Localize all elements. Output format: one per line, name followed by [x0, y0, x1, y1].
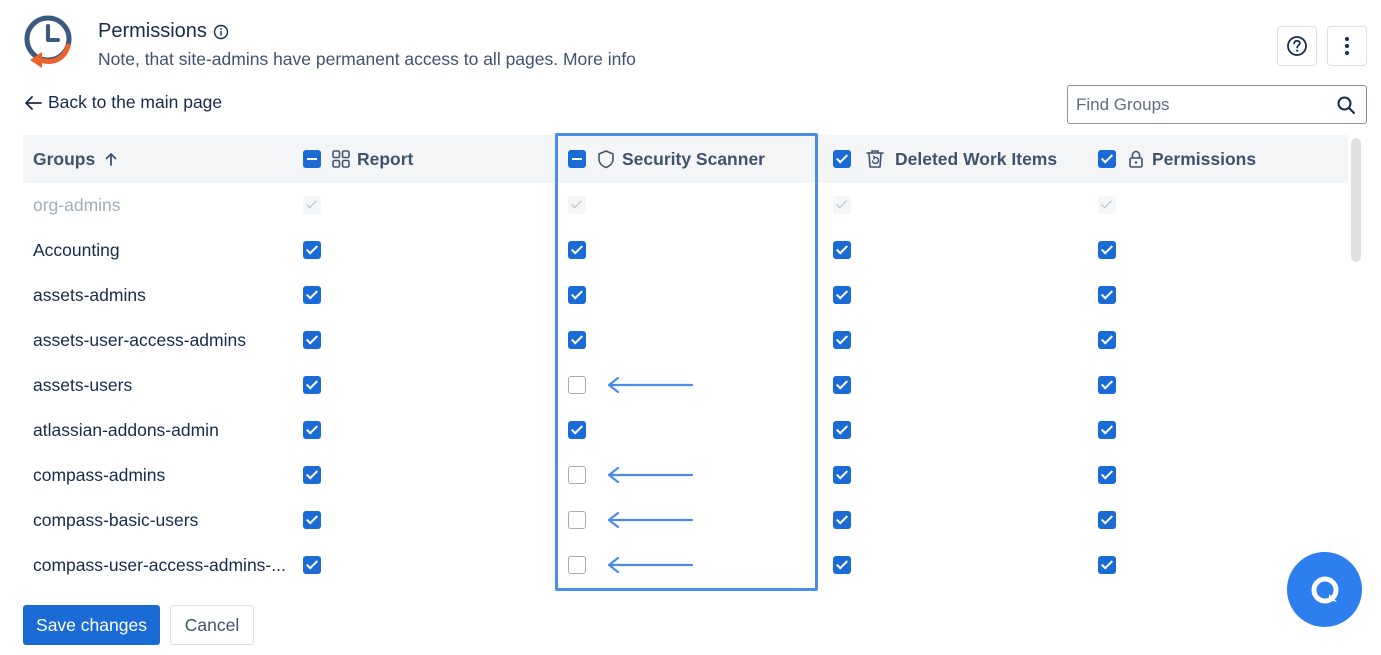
group-name: assets-users: [33, 375, 133, 395]
column-header-groups[interactable]: Groups: [33, 135, 117, 183]
table-row: org-admins: [23, 183, 1348, 228]
select-all-report-checkbox[interactable]: [303, 150, 321, 168]
lock-icon: [1129, 150, 1143, 168]
back-to-main-link[interactable]: Back to the main page: [24, 92, 222, 113]
column-label-groups: Groups: [33, 148, 96, 169]
security-scanner-checkbox[interactable]: [568, 286, 586, 304]
page-title: Permissions: [98, 20, 207, 42]
select-all-permissions-checkbox[interactable]: [1098, 150, 1116, 168]
permissions-checkbox[interactable]: [1098, 331, 1116, 349]
permissions-checkbox[interactable]: [1098, 466, 1116, 484]
report-checkbox: [303, 196, 321, 214]
table-row: atlassian-addons-admin: [23, 408, 1348, 453]
column-header-permissions: Permissions: [1098, 135, 1256, 183]
column-label-permissions: Permissions: [1152, 148, 1257, 169]
permissions-checkbox[interactable]: [1098, 421, 1116, 439]
security-scanner-checkbox[interactable]: [568, 421, 586, 439]
column-label-report: Report: [357, 148, 414, 169]
back-link-label: Back to the main page: [48, 92, 223, 112]
page-subtitle: Note, that site-admins have permanent ac…: [98, 49, 636, 69]
table-row: assets-admins: [23, 273, 1348, 318]
save-changes-button[interactable]: Save changes: [23, 605, 160, 645]
report-checkbox[interactable]: [303, 556, 321, 574]
deleted-work-items-checkbox[interactable]: [833, 556, 851, 574]
shield-icon: [598, 150, 614, 169]
select-all-deleted-work-items-checkbox[interactable]: [833, 150, 851, 168]
security-scanner-checkbox: [568, 196, 586, 214]
group-name: compass-user-access-admins-...: [33, 555, 286, 575]
report-checkbox[interactable]: [303, 241, 321, 259]
report-checkbox[interactable]: [303, 376, 321, 394]
permissions-checkbox: [1098, 196, 1116, 214]
security-scanner-checkbox[interactable]: [568, 556, 586, 574]
select-all-security-scanner-checkbox[interactable]: [568, 150, 586, 168]
more-options-button[interactable]: [1327, 26, 1367, 66]
table-header: Groups Report Security Scanner Deleted W…: [23, 135, 1348, 183]
cancel-button[interactable]: Cancel: [170, 605, 254, 645]
deleted-work-items-checkbox[interactable]: [833, 331, 851, 349]
table-row: assets-user-access-admins: [23, 318, 1348, 363]
app-logo-icon: [24, 15, 72, 68]
deleted-work-items-checkbox: [833, 196, 851, 214]
deleted-work-items-checkbox[interactable]: [833, 421, 851, 439]
help-button[interactable]: [1277, 26, 1317, 66]
security-scanner-checkbox[interactable]: [568, 331, 586, 349]
grid-icon: [332, 150, 350, 168]
annotation-arrow-icon: [607, 512, 694, 528]
annotation-arrow-icon: [607, 377, 694, 393]
group-name: assets-user-access-admins: [33, 330, 246, 350]
group-name: compass-basic-users: [33, 510, 199, 530]
find-groups-search: [1067, 85, 1367, 124]
sort-up-icon: [105, 153, 117, 166]
security-scanner-checkbox[interactable]: [568, 241, 586, 259]
permissions-checkbox[interactable]: [1098, 556, 1116, 574]
report-checkbox[interactable]: [303, 286, 321, 304]
column-header-security-scanner: Security Scanner: [568, 135, 765, 183]
info-icon[interactable]: [213, 24, 229, 40]
deleted-work-items-checkbox[interactable]: [833, 241, 851, 259]
group-name: org-admins: [33, 195, 121, 215]
search-icon[interactable]: [1336, 95, 1356, 115]
report-checkbox[interactable]: [303, 331, 321, 349]
table-row: Accounting: [23, 228, 1348, 273]
group-name: Accounting: [33, 240, 120, 260]
group-name: compass-admins: [33, 465, 166, 485]
column-header-report: Report: [303, 135, 413, 183]
annotation-arrow-icon: [607, 557, 694, 573]
security-scanner-checkbox[interactable]: [568, 466, 586, 484]
find-groups-input[interactable]: [1069, 87, 1325, 122]
security-scanner-checkbox[interactable]: [568, 511, 586, 529]
deleted-work-items-checkbox[interactable]: [833, 511, 851, 529]
question-icon: [1287, 36, 1307, 56]
deleted-work-items-checkbox[interactable]: [833, 466, 851, 484]
chat-support-button[interactable]: [1287, 552, 1362, 627]
permissions-checkbox[interactable]: [1098, 376, 1116, 394]
trash-restore-icon: [866, 150, 884, 168]
security-scanner-checkbox[interactable]: [568, 376, 586, 394]
arrow-left-icon: [25, 95, 42, 110]
deleted-work-items-checkbox[interactable]: [833, 286, 851, 304]
report-checkbox[interactable]: [303, 466, 321, 484]
page-title-row: Permissions: [98, 20, 229, 43]
column-label-deleted-work-items: Deleted Work Items: [895, 148, 1058, 169]
report-checkbox[interactable]: [303, 511, 321, 529]
column-label-security-scanner: Security Scanner: [622, 148, 765, 169]
group-name: atlassian-addons-admin: [33, 420, 219, 440]
permissions-checkbox[interactable]: [1098, 286, 1116, 304]
permissions-checkbox[interactable]: [1098, 511, 1116, 529]
more-vertical-icon: [1345, 37, 1349, 55]
table-scrollbar[interactable]: [1351, 138, 1361, 262]
permissions-checkbox[interactable]: [1098, 241, 1116, 259]
report-checkbox[interactable]: [303, 421, 321, 439]
chat-icon: [1311, 576, 1338, 603]
deleted-work-items-checkbox[interactable]: [833, 376, 851, 394]
annotation-arrow-icon: [607, 467, 694, 483]
column-header-deleted-work-items: Deleted Work Items: [833, 135, 1057, 183]
group-name: assets-admins: [33, 285, 146, 305]
